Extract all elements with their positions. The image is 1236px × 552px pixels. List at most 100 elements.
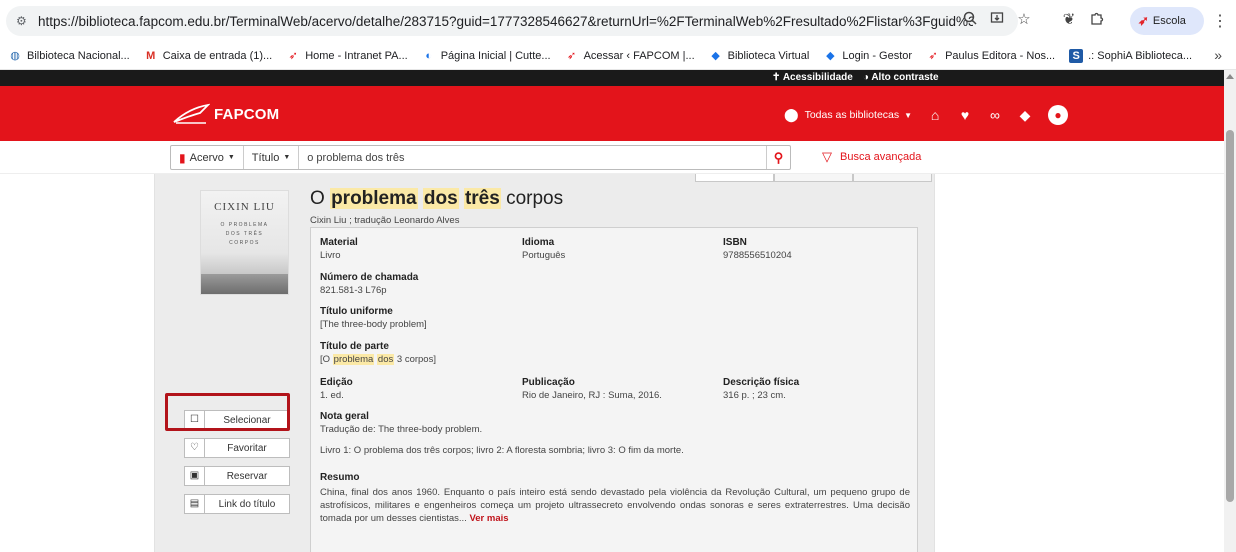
field-value: 821.581-3 L76p bbox=[320, 285, 387, 296]
record-card: CIXIN LIU O PROBLEMA DOS TRÊS CORPOS ☐ S… bbox=[154, 174, 935, 552]
title-text: O bbox=[310, 188, 325, 209]
bookmark-item[interactable]: ◆ Login - Gestor bbox=[823, 49, 912, 63]
globe-icon: ◍ bbox=[10, 49, 20, 62]
fapcom-logo-icon bbox=[173, 103, 210, 124]
bookmark-item[interactable]: ◐ Página Inicial | Cutte... bbox=[422, 49, 551, 63]
cover-title-line: DOS TRÊS bbox=[225, 231, 264, 237]
cover-title: O PROBLEMA DOS TRÊS CORPOS bbox=[201, 221, 288, 248]
part-title-text: [O bbox=[320, 354, 331, 365]
field-label: Edição bbox=[320, 377, 353, 388]
advanced-search-label: Busca avançada bbox=[840, 151, 922, 163]
bookmark-item[interactable]: S .: SophiA Biblioteca... bbox=[1069, 48, 1192, 63]
title-highlight: três bbox=[463, 188, 501, 209]
bookmark-item[interactable]: ◆ Biblioteca Virtual bbox=[709, 49, 809, 63]
bookmark-label: Página Inicial | Cutte... bbox=[440, 49, 551, 62]
scroll-thumb[interactable] bbox=[1226, 130, 1234, 502]
field-dropdown[interactable]: Título ▼ bbox=[244, 146, 300, 169]
search-icon[interactable]: ⚲ bbox=[766, 146, 790, 169]
bookmark-item[interactable]: ◍ Bilbioteca Nacional... bbox=[8, 49, 130, 63]
field-label: Nota geral bbox=[320, 411, 369, 422]
field-label: Material bbox=[320, 237, 358, 248]
cutter-icon: ◐ bbox=[425, 49, 433, 62]
filter-icon: ▽ bbox=[822, 149, 832, 164]
field-physical-description: Descrição física 316 p. ; 23 cm. bbox=[723, 377, 799, 402]
site-logo[interactable]: FAPCOM bbox=[172, 103, 279, 125]
user-account-icon[interactable]: ● bbox=[1048, 105, 1069, 125]
fapcom-icon: ➶ bbox=[288, 49, 298, 62]
menu-kebab-icon[interactable]: ⋮ bbox=[1212, 11, 1228, 31]
record-actions: ☐ Selecionar ♡ Favoritar ▣ Reservar ▤ Li… bbox=[184, 410, 290, 522]
field-label: ISBN bbox=[723, 237, 747, 248]
scope-label: Acervo bbox=[189, 151, 224, 164]
cover-landscape bbox=[201, 274, 288, 294]
record-authors: Cixin Liu ; tradução Leonardo Alves bbox=[310, 215, 460, 226]
chevron-down-icon: ▼ bbox=[227, 154, 235, 161]
fapcom-icon: ➶ bbox=[566, 49, 577, 62]
graduation-cap-icon[interactable]: ◆ bbox=[1018, 107, 1032, 124]
scroll-up-icon[interactable] bbox=[1226, 74, 1234, 79]
search-bar-row: ▮ Acervo ▼ Título ▼ ⚲ ▽ Busca avançada bbox=[0, 141, 1224, 174]
accessibility-bar: ✝ Acessibilidade ◑ Alto contraste bbox=[0, 70, 1224, 86]
title-link-button[interactable]: ▤ Link do título bbox=[184, 494, 290, 514]
field-label: Resumo bbox=[320, 472, 360, 483]
record-tabs bbox=[695, 174, 932, 182]
bookmark-item[interactable]: ➶ Paulus Editora - Nos... bbox=[926, 49, 1055, 63]
bookmark-item[interactable]: M Caixa de entrada (1)... bbox=[144, 49, 272, 63]
zoom-icon[interactable] bbox=[961, 11, 979, 29]
bookmark-item[interactable]: ➶ Home - Intranet PA... bbox=[286, 49, 408, 63]
accessibility-link[interactable]: ✝ Acessibilidade bbox=[772, 72, 853, 83]
site-header: FAPCOM ⬤ Todas as bibliotecas ▼ ⌂ ♥ ∞ ◆ … bbox=[0, 86, 1224, 141]
field-isbn: ISBN 9788556510204 bbox=[723, 237, 792, 262]
address-bar[interactable]: ⚙ https://biblioteca.fapcom.edu.br/Termi… bbox=[6, 6, 1018, 36]
extensions-icon[interactable]: ❦ bbox=[1060, 11, 1078, 29]
page-scrollbar[interactable] bbox=[1224, 70, 1236, 552]
bookmarks-bar: ◍ Bilbioteca Nacional... M Caixa de entrad… bbox=[0, 42, 1236, 70]
sophia-icon: S bbox=[1069, 48, 1084, 63]
search-input[interactable] bbox=[299, 146, 766, 169]
advanced-search-link[interactable]: ▽ Busca avançada bbox=[822, 149, 921, 165]
field-label: Título uniforme bbox=[320, 306, 393, 317]
field-edition: Edição 1. ed. bbox=[320, 377, 353, 402]
favorite-button[interactable]: ♡ Favoritar bbox=[184, 438, 290, 458]
library-select-label: Todas as bibliotecas bbox=[804, 109, 900, 121]
field-value: 1. ed. bbox=[320, 390, 344, 401]
profile-button[interactable]: ➶ Escola bbox=[1130, 7, 1204, 35]
field-value: 9788556510204 bbox=[723, 250, 792, 261]
field-value: 316 p. ; 23 cm. bbox=[723, 390, 786, 401]
record-title: O problema dos três corpos bbox=[310, 188, 563, 210]
field-label: Título bbox=[251, 151, 280, 164]
link-icon[interactable]: ∞ bbox=[988, 107, 1002, 123]
field-value: [O problema dos 3 corpos] bbox=[320, 354, 436, 366]
url-text[interactable]: https://biblioteca.fapcom.edu.br/Termina… bbox=[38, 14, 973, 29]
record-tab[interactable] bbox=[774, 174, 853, 182]
diamond-icon: ◆ bbox=[711, 49, 720, 62]
scope-dropdown[interactable]: ▮ Acervo ▼ bbox=[171, 146, 244, 169]
star-icon[interactable]: ☆ bbox=[1015, 11, 1033, 29]
cover-title-line: O PROBLEMA bbox=[220, 222, 269, 228]
library-select[interactable]: ⬤ Todas as bibliotecas ▼ bbox=[784, 107, 912, 123]
record-details: Material Livro Idioma Português ISBN 978… bbox=[310, 227, 918, 552]
heart-icon[interactable]: ♥ bbox=[958, 107, 972, 123]
puzzle-icon[interactable] bbox=[1088, 11, 1106, 29]
tune-icon[interactable]: ⚙ bbox=[16, 14, 30, 28]
select-label: Selecionar bbox=[223, 414, 271, 426]
install-icon[interactable] bbox=[988, 11, 1006, 29]
bookmark-item[interactable]: ➶ Acessar ‹ FAPCOM |... bbox=[565, 49, 695, 63]
select-button[interactable]: ☐ Selecionar bbox=[184, 410, 290, 430]
basket-icon[interactable]: ⌂ bbox=[928, 107, 942, 123]
reserve-button[interactable]: ▣ Reservar bbox=[184, 466, 290, 486]
see-more-link[interactable]: Ver mais bbox=[469, 513, 508, 524]
high-contrast-link[interactable]: ◑ Alto contraste bbox=[863, 72, 939, 83]
header-actions: ⬤ Todas as bibliotecas ▼ ⌂ ♥ ∞ ◆ ● bbox=[784, 105, 1069, 125]
bookmark-label: Paulus Editora - Nos... bbox=[945, 49, 1056, 62]
more-bookmarks-icon[interactable]: » bbox=[1214, 47, 1222, 63]
field-summary-label: Resumo bbox=[320, 472, 359, 485]
field-publication: Publicação Rio de Janeiro, RJ : Suma, 20… bbox=[522, 377, 662, 402]
bookmark-label: Acessar ‹ FAPCOM |... bbox=[583, 49, 695, 62]
high-contrast-label: Alto contraste bbox=[871, 72, 939, 83]
profile-label: Escola bbox=[1152, 15, 1186, 27]
record-tab[interactable] bbox=[853, 174, 932, 182]
book-cover: CIXIN LIU O PROBLEMA DOS TRÊS CORPOS bbox=[200, 190, 289, 295]
record-tab[interactable] bbox=[695, 174, 774, 182]
part-title-text: 3 corpos] bbox=[396, 354, 436, 365]
